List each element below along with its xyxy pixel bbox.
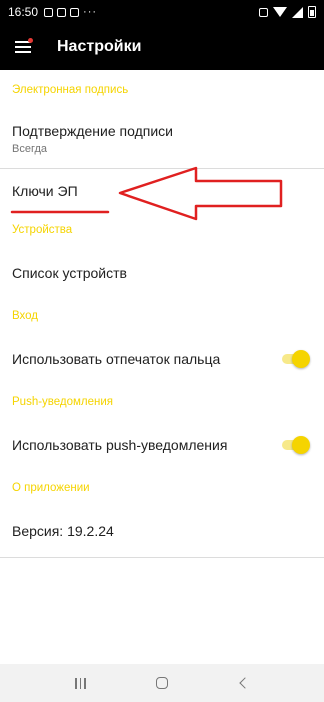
section-header-devices: Устройства: [12, 224, 73, 236]
fingerprint-toggle[interactable]: [280, 350, 310, 368]
notification-icon: [44, 7, 54, 17]
back-button[interactable]: [223, 664, 263, 702]
fingerprint-item[interactable]: Использовать отпечаток пальца: [0, 333, 324, 385]
device-list-title: Список устройств: [12, 265, 127, 281]
signature-confirmation-title: Подтверждение подписи: [12, 123, 173, 139]
signature-confirmation-item[interactable]: Подтверждение подписи Всегда: [0, 110, 324, 168]
signal-icon: [292, 6, 303, 18]
wifi-icon: [273, 7, 287, 17]
settings-list: Электронная подпись Подтверждение подпис…: [0, 70, 324, 558]
section-header-login: Вход: [12, 310, 39, 322]
push-notifications-title: Использовать push-уведомления: [12, 437, 228, 453]
status-bar: 16:50 ···: [0, 0, 324, 24]
page-title: Настройки: [57, 38, 142, 55]
notification-icon: [70, 7, 80, 17]
recents-button[interactable]: [61, 664, 101, 702]
signature-keys-item[interactable]: Ключи ЭП: [0, 169, 324, 213]
device-list-item[interactable]: Список устройств: [0, 247, 324, 299]
section-header-signature: Электронная подпись: [12, 84, 129, 96]
home-icon: [155, 677, 168, 689]
battery-icon: [308, 6, 316, 18]
notification-badge: [28, 38, 33, 43]
app-bar: Настройки: [0, 24, 324, 70]
notification-icon: [57, 7, 67, 17]
push-notifications-item[interactable]: Использовать push-уведомления: [0, 419, 324, 471]
home-button[interactable]: [142, 664, 182, 702]
divider: [0, 557, 324, 558]
signature-keys-title: Ключи ЭП: [12, 183, 78, 199]
more-notifications-icon: ···: [83, 6, 98, 18]
menu-button[interactable]: [0, 24, 42, 70]
toggle-thumb: [292, 436, 310, 454]
system-nav-bar: [0, 664, 324, 702]
version-item: Версия: 19.2.24: [0, 505, 324, 557]
section-header-about: О приложении: [12, 482, 90, 494]
status-time: 16:50: [8, 5, 39, 19]
push-notifications-toggle[interactable]: [280, 436, 310, 454]
version-text: Версия: 19.2.24: [12, 523, 114, 539]
toggle-thumb: [292, 350, 310, 368]
notification-icons: ···: [44, 6, 97, 18]
back-icon: [239, 677, 251, 689]
recents-icon: [75, 677, 86, 689]
fingerprint-title: Использовать отпечаток пальца: [12, 351, 221, 367]
alarm-icon: [259, 7, 268, 17]
section-header-push: Push-уведомления: [12, 396, 114, 408]
system-icons: [259, 6, 316, 18]
signature-confirmation-value: Всегда: [12, 143, 48, 155]
